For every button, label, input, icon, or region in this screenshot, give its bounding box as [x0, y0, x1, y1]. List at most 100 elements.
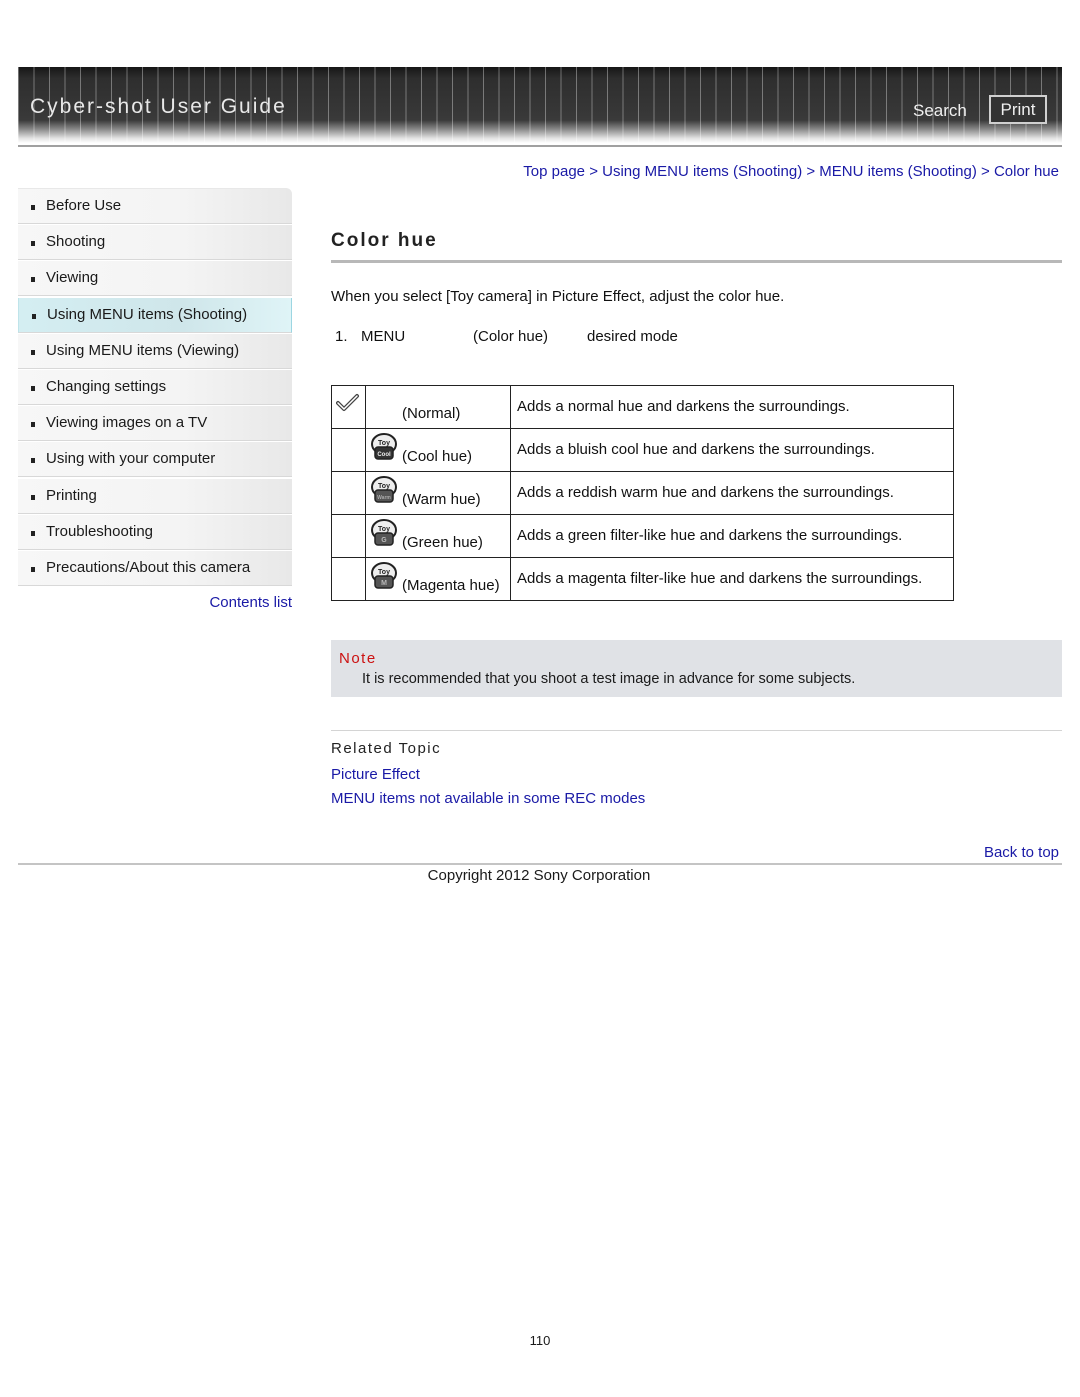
table-row: Toy Warm (Warm hue) Adds a reddish warm … [331, 471, 954, 515]
toy-warm-icon: Toy Warm [371, 476, 397, 503]
step-desired-mode: desired mode [587, 328, 678, 345]
related-topic-title: Related Topic [331, 740, 442, 757]
toy-cool-icon: Toy Cool [371, 433, 397, 460]
step-number: 1. [335, 328, 348, 345]
step-color-hue: (Color hue) [473, 328, 549, 345]
svg-text:M: M [381, 580, 387, 587]
sidebar-item-using-with-computer[interactable]: Using with your computer [18, 442, 292, 478]
bullet-icon [31, 530, 35, 536]
breadcrumb-separator: > [981, 163, 990, 180]
search-button[interactable]: Search [913, 101, 967, 121]
default-marker-cell [331, 557, 366, 601]
bullet-icon [32, 313, 36, 319]
table-row: (Normal) Adds a normal hue and darkens t… [331, 385, 954, 429]
back-to-top-link[interactable]: Back to top [984, 844, 1059, 861]
bullet-icon [31, 277, 35, 283]
print-button[interactable]: Print [989, 95, 1047, 124]
intro-text: When you select [Toy camera] in Picture … [331, 288, 785, 305]
main-content: Color hue When you select [Toy camera] i… [331, 228, 1062, 807]
checkmark-icon [336, 394, 359, 411]
note-title: Note [339, 650, 377, 667]
mode-description: Adds a reddish warm hue and darkens the … [510, 471, 954, 515]
mode-description: Adds a bluish cool hue and darkens the s… [510, 428, 954, 472]
mode-cell: Toy G (Green hue) [365, 514, 511, 558]
mode-description: Adds a green filter-like hue and darkens… [510, 514, 954, 558]
breadcrumb-using-menu-shooting[interactable]: Using MENU items (Shooting) [602, 163, 802, 180]
sidebar-item-precautions[interactable]: Precautions/About this camera [18, 550, 292, 586]
copyright-text: Copyright 2012 Sony Corporation [427, 867, 651, 884]
contents-list-link[interactable]: Contents list [209, 594, 292, 611]
sidebar-item-before-use[interactable]: Before Use [18, 188, 292, 224]
table-row: Toy Cool (Cool hue) Adds a bluish cool h… [331, 428, 954, 472]
sidebar-item-shooting[interactable]: Shooting [18, 225, 292, 261]
mode-description: Adds a normal hue and darkens the surrou… [510, 385, 954, 429]
sidebar-nav: Before Use Shooting Viewing Using MENU i… [18, 188, 292, 611]
footer-divider [18, 863, 1062, 865]
sidebar-item-viewing-on-tv[interactable]: Viewing images on a TV [18, 406, 292, 442]
toy-magenta-icon: Toy M [371, 562, 397, 589]
mode-cell: (Normal) [365, 385, 511, 429]
svg-text:Toy: Toy [378, 526, 390, 533]
related-link-picture-effect[interactable]: Picture Effect [331, 766, 420, 783]
bullet-icon [31, 566, 35, 572]
mode-cell: Toy M (Magenta hue) [365, 557, 511, 601]
header-banner: Cyber-shot User Guide Search Print [18, 67, 1062, 143]
sidebar-item-label: Using with your computer [46, 450, 216, 468]
mode-label-cool: (Cool hue) [402, 448, 473, 465]
step-menu: MENU [361, 328, 406, 345]
sidebar-item-using-menu-shooting[interactable]: Using MENU items (Shooting) [18, 297, 292, 333]
mode-label-green: (Green hue) [402, 534, 483, 551]
sidebar-item-label: Shooting [46, 233, 106, 251]
bullet-icon [31, 205, 35, 210]
svg-text:Warm: Warm [377, 495, 391, 501]
sidebar-item-label: Using MENU items (Viewing) [46, 341, 240, 359]
default-marker-cell [331, 471, 366, 515]
bullet-icon [31, 241, 35, 247]
guide-title: Cyber-shot User Guide [30, 95, 287, 118]
default-marker-cell [331, 385, 366, 429]
bullet-icon [31, 422, 35, 428]
default-marker-cell [331, 428, 366, 472]
sidebar-item-troubleshooting[interactable]: Troubleshooting [18, 514, 292, 550]
table-row: Toy G (Green hue) Adds a green filter-li… [331, 514, 954, 558]
sidebar-item-label: Using MENU items (Shooting) [47, 305, 248, 323]
bullet-icon [31, 494, 35, 500]
svg-text:Cool: Cool [377, 452, 391, 458]
bullet-icon [31, 385, 35, 391]
mode-description: Adds a magenta filter-like hue and darke… [510, 557, 954, 601]
mode-label-normal: (Normal) [402, 405, 461, 422]
breadcrumb-top-page[interactable]: Top page [523, 163, 585, 180]
mode-cell: Toy Cool (Cool hue) [365, 428, 511, 472]
note-text: It is recommended that you shoot a test … [362, 671, 856, 687]
svg-text:Toy: Toy [378, 483, 390, 490]
sidebar-item-label: Viewing images on a TV [46, 414, 208, 432]
svg-text:G: G [381, 537, 387, 544]
sidebar-item-label: Precautions/About this camera [46, 558, 251, 576]
sidebar-item-label: Troubleshooting [46, 522, 154, 540]
sidebar-item-label: Printing [46, 486, 97, 504]
note-box: Note It is recommended that you shoot a … [331, 640, 1062, 697]
header-divider [18, 145, 1062, 147]
step-instruction: 1. MENU (Color hue) desired mode [335, 328, 678, 345]
mode-label-magenta: (Magenta hue) [402, 577, 500, 594]
breadcrumb-color-hue[interactable]: Color hue [994, 163, 1059, 180]
svg-text:Toy: Toy [378, 440, 390, 447]
related-link-menu-items-not-available[interactable]: MENU items not available in some REC mod… [331, 790, 645, 807]
bullet-icon [31, 349, 35, 355]
sidebar-item-printing[interactable]: Printing [18, 478, 292, 514]
related-divider [331, 730, 1062, 731]
sidebar-item-label: Before Use [46, 197, 122, 214]
default-marker-cell [331, 514, 366, 558]
color-hue-table: (Normal) Adds a normal hue and darkens t… [331, 385, 954, 601]
sidebar-item-viewing[interactable]: Viewing [18, 261, 292, 297]
table-row: Toy M (Magenta hue) Adds a magenta filte… [331, 557, 954, 601]
breadcrumb-separator: > [589, 163, 598, 180]
mode-label-warm: (Warm hue) [402, 491, 481, 508]
breadcrumb-menu-items-shooting[interactable]: MENU items (Shooting) [819, 163, 977, 180]
page-number: 110 [529, 1333, 551, 1348]
sidebar-item-using-menu-viewing[interactable]: Using MENU items (Viewing) [18, 333, 292, 369]
breadcrumb: Top page > Using MENU items (Shooting) >… [523, 163, 1059, 180]
mode-cell: Toy Warm (Warm hue) [365, 471, 511, 515]
sidebar-item-changing-settings[interactable]: Changing settings [18, 369, 292, 405]
sidebar-item-label: Viewing [46, 269, 99, 287]
